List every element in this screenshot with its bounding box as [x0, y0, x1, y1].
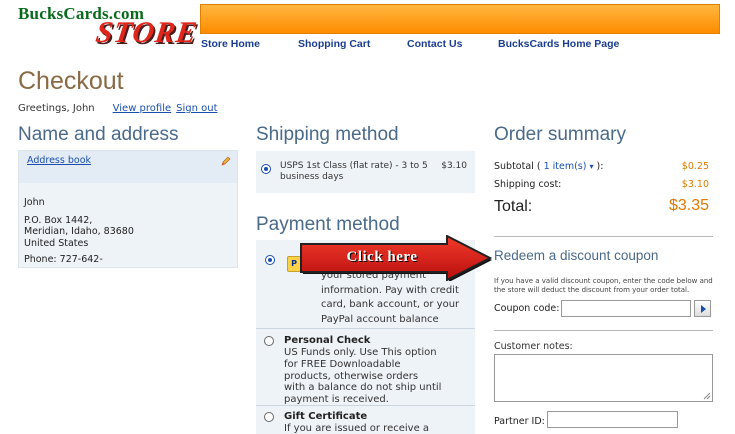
header-banner — [200, 4, 720, 34]
address-card-header: Address book — [19, 151, 237, 183]
coupon-label: Coupon code: — [494, 303, 560, 314]
view-profile-link[interactable]: View profile — [113, 103, 172, 114]
subtotal-row: Subtotal ( 1 item(s) ▾ ): $0.25 — [494, 161, 709, 172]
nav-contact-us[interactable]: Contact Us — [407, 38, 462, 50]
check-title: Personal Check — [284, 335, 371, 346]
sign-out-link[interactable]: Sign out — [176, 103, 217, 114]
customer-notes-input[interactable] — [494, 354, 713, 402]
shipping-option-label: USPS 1st Class (flat rate) - 3 to 5 busi… — [280, 161, 428, 182]
address-line: Meridian, Idaho, 83680 — [24, 226, 134, 237]
check-desc-line: products, otherwise orders — [284, 370, 419, 382]
payment-option-gift[interactable]: Gift Certificate If you are issued or re… — [256, 406, 475, 434]
name-address-title: Name and address — [18, 124, 179, 145]
resize-grip-icon[interactable] — [703, 392, 711, 400]
shipping-cost-value: $3.10 — [681, 179, 709, 190]
address-body: John P.O. Box 1442, Meridian, Idaho, 836… — [19, 183, 237, 266]
partner-id-input[interactable] — [547, 411, 678, 428]
address-phone: Phone: 727-642- — [24, 254, 103, 265]
check-radio[interactable] — [264, 336, 274, 346]
check-desc-line: with a balance do not ship until — [284, 382, 442, 394]
divider — [494, 236, 713, 237]
edit-pencil-icon[interactable] — [221, 156, 231, 166]
items-count: 1 item(s) — [543, 161, 587, 172]
address-line: John — [24, 197, 45, 208]
order-summary-title: Order summary — [494, 124, 626, 145]
customer-notes-label: Customer notes: — [494, 341, 573, 352]
shipping-title: Shipping method — [256, 124, 399, 145]
logo-store-text: STORE — [93, 16, 200, 49]
address-card: Address book John P.O. Box 1442, Meridia… — [18, 150, 238, 268]
paypal-desc-line: card, bank account, or your — [321, 299, 460, 310]
store-logo[interactable]: BucksCards.com STORE — [18, 4, 200, 52]
shipping-radio[interactable] — [261, 164, 271, 174]
subtotal-label: Subtotal ( — [494, 161, 541, 172]
payment-title: Payment method — [256, 214, 400, 235]
paypal-desc-line: information. Pay with credit — [321, 284, 459, 296]
paypal-desc-line: PayPal account balance — [321, 313, 439, 325]
apply-coupon-button[interactable] — [694, 300, 711, 317]
subtotal-suffix: ): — [596, 161, 604, 172]
greeting-text: Greetings, John — [18, 103, 95, 114]
coupon-title: Redeem a discount coupon — [494, 248, 659, 263]
address-line: United States — [24, 237, 89, 249]
greeting: Greetings, John View profile Sign out — [18, 103, 218, 114]
address-book-link[interactable]: Address book — [27, 155, 91, 166]
items-dropdown[interactable]: 1 item(s) ▾ — [544, 161, 594, 172]
click-here-label: Click here — [346, 249, 418, 265]
total-value: $3.35 — [668, 197, 709, 214]
total-label: Total: — [494, 198, 533, 215]
shipping-cost-row: Shipping cost: $3.10 — [494, 179, 709, 190]
coupon-help-text: If you have a valid discount coupon, ent… — [494, 277, 713, 294]
check-description: US Funds only. Use This option for FREE … — [284, 347, 441, 406]
paypal-radio[interactable] — [265, 255, 275, 265]
shipping-cost-label: Shipping cost: — [494, 179, 562, 190]
page-title: Checkout — [18, 67, 124, 95]
chevron-down-icon: ▾ — [589, 162, 594, 171]
shipping-option[interactable]: USPS 1st Class (flat rate) - 3 to 5 busi… — [256, 151, 475, 193]
subtotal-value: $0.25 — [681, 161, 709, 172]
nav-buckscards-home[interactable]: BucksCards Home Page — [498, 38, 619, 50]
gift-radio[interactable] — [264, 412, 274, 422]
nav-shopping-cart[interactable]: Shopping Cart — [298, 38, 370, 50]
gift-description: If you are issued or receive a — [284, 423, 430, 434]
gift-title: Gift Certificate — [284, 411, 368, 422]
divider — [494, 330, 713, 331]
check-desc-line: US Funds only. Use This option — [284, 347, 437, 358]
partner-id-label: Partner ID: — [494, 416, 545, 427]
shipping-option-price: $3.10 — [441, 161, 467, 171]
nav-store-home[interactable]: Store Home — [201, 38, 260, 50]
coupon-code-input[interactable] — [561, 300, 691, 317]
check-desc-line: for FREE Downloadable — [284, 358, 401, 370]
address-line: P.O. Box 1442, — [24, 214, 93, 226]
payment-option-check[interactable]: Personal Check US Funds only. Use This o… — [256, 329, 475, 405]
